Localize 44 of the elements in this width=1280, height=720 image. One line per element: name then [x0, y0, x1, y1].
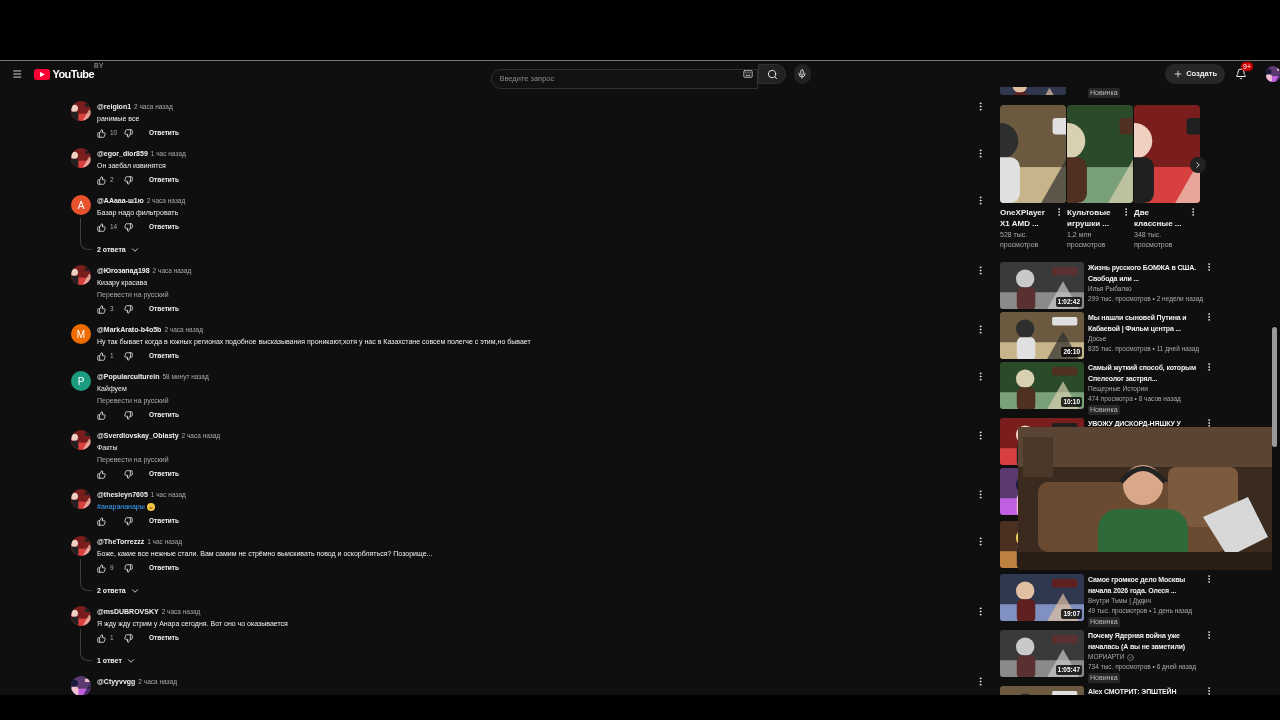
like-icon[interactable] [97, 222, 106, 232]
search-icon [766, 68, 778, 80]
account-avatar[interactable] [1266, 66, 1280, 82]
avatar[interactable]: A [71, 195, 91, 215]
like-icon[interactable] [97, 175, 106, 185]
thread-line [80, 629, 92, 661]
like-icon[interactable] [97, 410, 106, 420]
like-icon[interactable] [97, 516, 106, 526]
dislike-icon[interactable] [124, 563, 133, 573]
menu-icon[interactable] [12, 68, 23, 80]
like-icon[interactable] [97, 633, 106, 643]
mic-icon [797, 69, 808, 79]
search-button[interactable] [758, 64, 786, 84]
dislike-icon[interactable] [124, 410, 133, 420]
short-title[interactable]: OneXPlayer X1 AMD ... [1000, 207, 1054, 229]
keyboard-icon[interactable] [743, 69, 754, 79]
short-title[interactable]: Культовые игрушки ... [1067, 207, 1121, 229]
chevron-down-icon [125, 656, 136, 666]
like-icon[interactable] [97, 351, 106, 361]
dislike-icon[interactable] [124, 304, 133, 314]
dislike-icon[interactable] [124, 516, 133, 526]
like-icon[interactable] [97, 563, 106, 573]
chevron-down-icon [129, 245, 140, 255]
thread-line [80, 559, 92, 591]
dislike-icon[interactable] [124, 175, 133, 185]
chevron-right-icon [1193, 160, 1203, 170]
like-icon[interactable] [97, 469, 106, 479]
dislike-icon[interactable] [124, 222, 133, 232]
dislike-icon[interactable] [124, 633, 133, 643]
thread-line [80, 218, 92, 250]
plus-icon [1173, 69, 1184, 79]
notifications-icon[interactable] [1235, 68, 1248, 80]
logo-text[interactable]: YouTube [52, 65, 95, 83]
dislike-icon[interactable] [124, 469, 133, 479]
next-button[interactable] [1190, 157, 1206, 173]
play-logo-icon[interactable] [34, 68, 51, 80]
like-icon[interactable] [97, 304, 106, 314]
like-icon[interactable] [97, 128, 106, 138]
short-title[interactable]: Две классные ... [1134, 207, 1188, 229]
dislike-icon[interactable] [124, 128, 133, 138]
mic-button[interactable] [793, 64, 812, 84]
scrollbar-thumb[interactable] [1272, 327, 1277, 447]
chevron-down-icon [129, 586, 140, 596]
dislike-icon[interactable] [124, 351, 133, 361]
